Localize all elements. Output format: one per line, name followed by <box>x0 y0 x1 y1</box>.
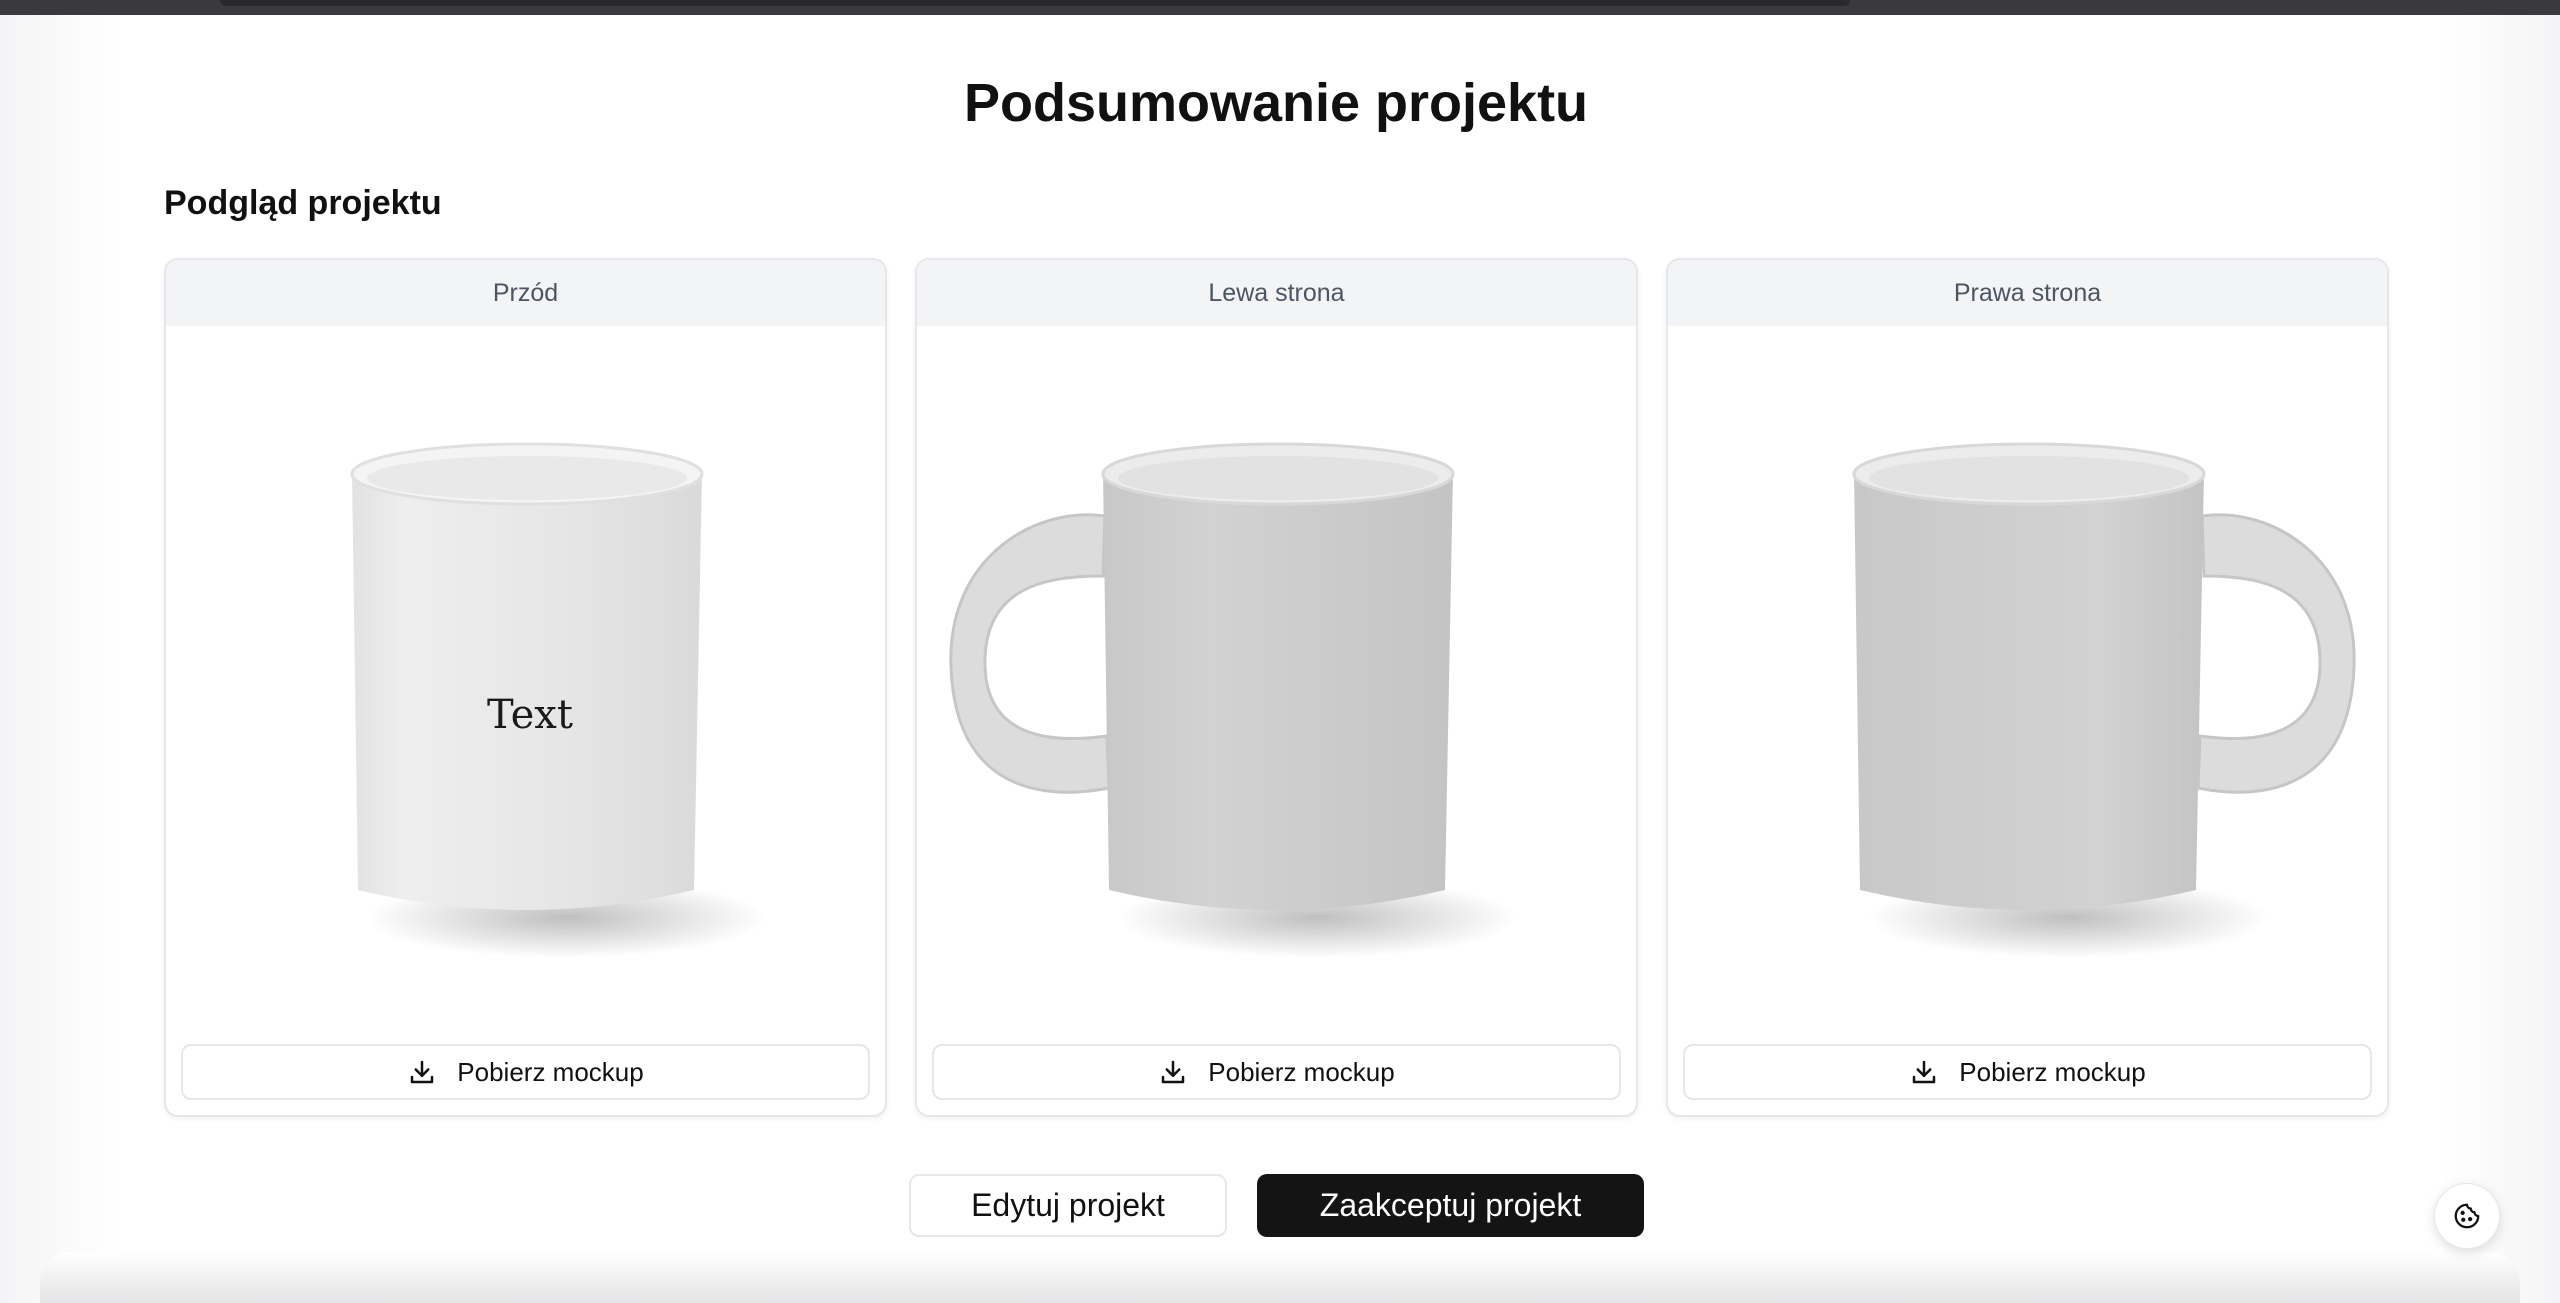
preview-card-header: Prawa strona <box>1668 260 2387 326</box>
download-mockup-button[interactable]: Pobierz mockup <box>181 1044 870 1100</box>
side-background-left <box>0 15 120 1303</box>
mug-front-image: Text <box>350 442 766 958</box>
download-mockup-label: Pobierz mockup <box>1208 1056 1395 1087</box>
edit-project-button[interactable]: Edytuj projekt <box>909 1174 1227 1237</box>
cookie-settings-button[interactable] <box>2434 1183 2500 1249</box>
preview-card-front: Przód Text Pobierz mockup <box>164 258 887 1117</box>
page-title: Podsumowanie projektu <box>963 73 1589 133</box>
download-mockup-label: Pobierz mockup <box>457 1056 644 1087</box>
bottom-panel-shadow <box>40 1252 2520 1303</box>
download-mockup-button[interactable]: Pobierz mockup <box>1683 1044 2372 1100</box>
mug-mockup-left <box>917 326 1636 996</box>
preview-card-header: Przód <box>166 260 885 326</box>
mug-print-text: Text <box>487 692 573 738</box>
download-mockup-label: Pobierz mockup <box>1959 1056 2146 1087</box>
page: Podsumowanie projektu Podgląd projektu P… <box>0 0 2560 1303</box>
download-mockup-button[interactable]: Pobierz mockup <box>932 1044 1621 1100</box>
browser-top-strip <box>0 0 2560 15</box>
accept-project-button[interactable]: Zaakceptuj projekt <box>1257 1174 1644 1237</box>
section-title: Podgląd projektu <box>164 184 442 222</box>
preview-card-left: Lewa strona Pobierz mockup <box>915 258 1638 1117</box>
mug-left-image <box>949 442 1517 958</box>
mug-mockup-front: Text <box>166 326 885 996</box>
mug-mockup-right <box>1668 326 2387 996</box>
download-icon <box>411 1060 434 1084</box>
mug-right-image <box>1852 442 2356 958</box>
preview-card-header: Lewa strona <box>917 260 1636 326</box>
download-icon <box>1162 1060 1185 1084</box>
side-background-right <box>2440 15 2560 1303</box>
cookie-icon <box>2454 1203 2480 1229</box>
preview-card-right: Prawa strona Pobierz mockup <box>1666 258 2389 1117</box>
download-icon <box>1913 1060 1936 1084</box>
browser-top-bar <box>220 0 1850 6</box>
